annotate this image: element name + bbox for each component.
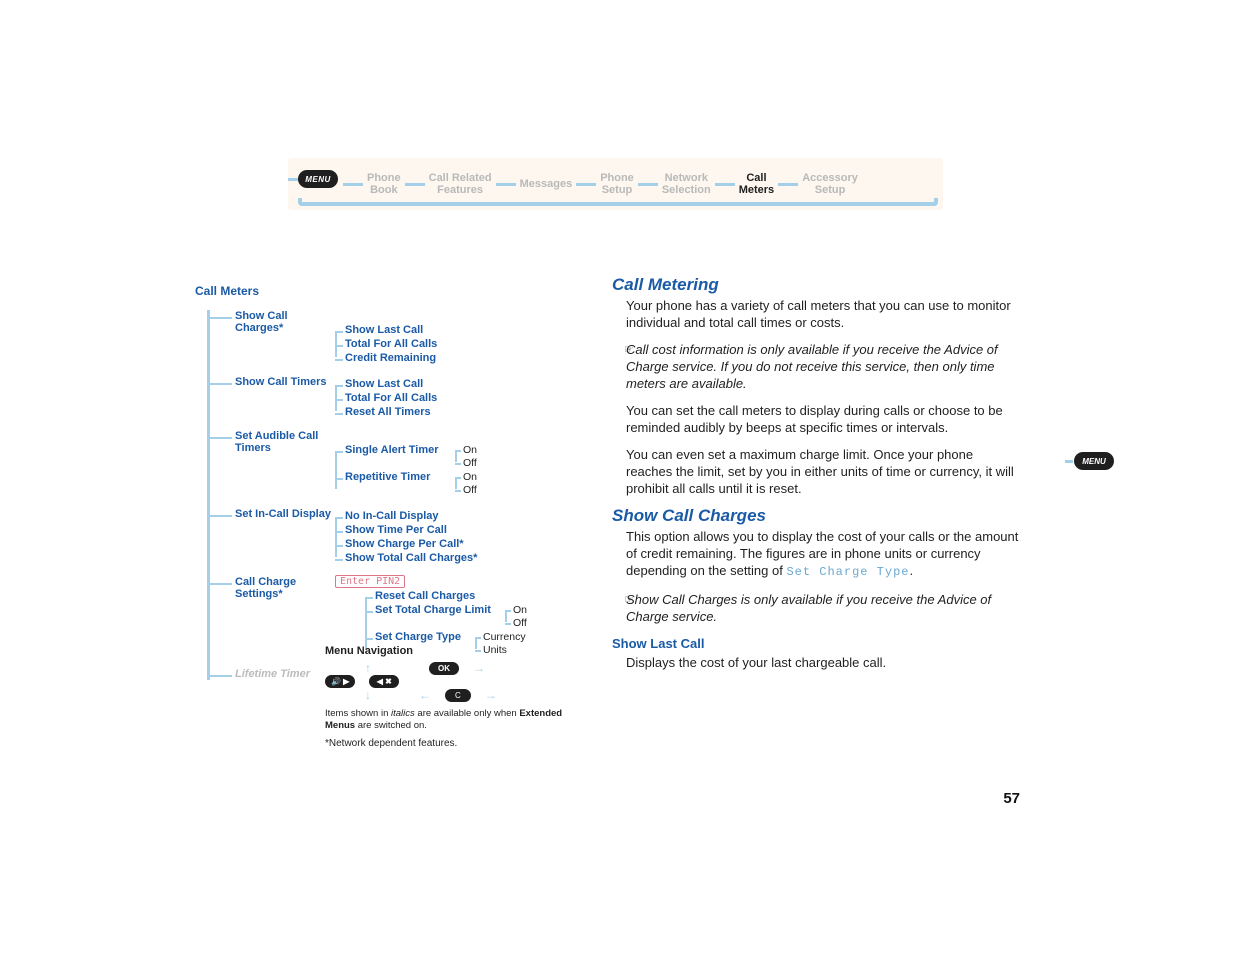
diagram-title: Call Meters — [195, 284, 580, 298]
node-reset-all-timers: Reset All Timers — [345, 406, 580, 418]
connector — [288, 178, 298, 181]
node-lifetime-timer: Lifetime Timer — [235, 668, 335, 680]
para-5: Displays the cost of your last chargeabl… — [612, 654, 1020, 671]
bc-call-meters: CallMeters — [735, 172, 778, 196]
bc-messages: Messages — [516, 178, 577, 190]
node-set-audible-timers: Set Audible Call Timers — [235, 430, 335, 454]
node-show-time-per-call: Show Time Per Call — [345, 524, 580, 536]
mono-set-charge-type: Set Charge Type — [786, 565, 909, 579]
breadcrumb-underline — [298, 198, 938, 206]
node-reset-call-charges: Reset Call Charges — [375, 590, 580, 602]
node-show-charge-per-call: Show Charge Per Call* — [345, 538, 580, 550]
bc-phone-setup: PhoneSetup — [596, 172, 638, 196]
arrow-right-icon: → — [485, 688, 497, 702]
bc-sep — [496, 183, 516, 186]
heading-show-last-call: Show Last Call — [612, 635, 1020, 652]
volume-button-icon: 🔊 ▶ — [325, 675, 355, 688]
node-set-incall-display: Set In-Call Display — [235, 508, 335, 520]
arrow-right-icon: → — [473, 661, 485, 675]
ok-button-icon: OK — [429, 662, 459, 675]
node-credit-remaining: Credit Remaining — [345, 352, 580, 364]
bc-sep — [576, 183, 596, 186]
node-total-all-calls: Total For All Calls — [345, 338, 580, 350]
bc-accessory: AccessorySetup — [798, 172, 862, 196]
node-label: Call Charge Settings* — [235, 576, 296, 600]
bc-sep — [778, 183, 798, 186]
bc-sep — [715, 183, 735, 186]
nav-lr-button-icon: ◀ ✖ — [369, 675, 399, 688]
node-show-total-charges: Show Total Call Charges* — [345, 552, 580, 564]
bc-phone-book: PhoneBook — [363, 172, 405, 196]
node-on: On — [513, 604, 580, 616]
heading-call-metering: Call Metering — [612, 276, 1020, 293]
node-no-incall: No In-Call Display — [345, 510, 580, 522]
bc-network: NetworkSelection — [658, 172, 715, 196]
breadcrumb: MENU PhoneBook Call RelatedFeatures Mess… — [288, 158, 943, 210]
menu-navigation-legend: Menu Navigation ↑ OK → 🔊 ▶ ◀ ✖ ↓ ← C → I… — [325, 645, 575, 749]
para-4b: . — [910, 563, 914, 578]
side-menu-tail — [1065, 460, 1073, 463]
para-1: Your phone has a variety of call meters … — [612, 297, 1020, 331]
arrow-down-icon: ↓ — [365, 688, 371, 702]
nav-title: Menu Navigation — [325, 645, 575, 657]
menu-pill: MENU — [298, 170, 338, 188]
bc-sep — [638, 183, 658, 186]
bc-call-related: Call RelatedFeatures — [425, 172, 496, 196]
node-total-all-calls-2: Total For All Calls — [345, 392, 580, 404]
arrow-left-icon: ← — [419, 688, 431, 702]
node-show-call-timers: Show Call Timers — [235, 376, 335, 388]
enter-pin-box: Enter PIN2 — [335, 575, 405, 588]
node-currency: Currency — [483, 631, 580, 643]
content-column: Call Metering Your phone has a variety o… — [612, 276, 1020, 681]
node-show-last-call-2: Show Last Call — [345, 378, 580, 390]
bc-sep — [405, 183, 425, 186]
note-1: Call cost information is only available … — [612, 341, 1020, 392]
node-on: On — [463, 471, 580, 483]
nav-footnote: *Network dependent features. — [325, 738, 575, 749]
arrow-up-icon: ↑ — [365, 661, 371, 675]
node-off: Off — [463, 484, 580, 496]
node-off: Off — [463, 457, 580, 469]
c-button-icon: C — [445, 689, 471, 702]
para-4: This option allows you to display the co… — [612, 528, 1020, 581]
side-menu-pill: MENU — [1074, 452, 1114, 470]
nav-note: Items shown in italics are available onl… — [325, 708, 575, 732]
node-show-last-call: Show Last Call — [345, 324, 580, 336]
node-call-charge-settings: Call Charge Settings* — [235, 576, 335, 600]
node-show-call-charges: Show Call Charges* — [235, 310, 335, 334]
note-2: Show Call Charges is only available if y… — [612, 591, 1020, 625]
para-2: You can set the call meters to display d… — [612, 402, 1020, 436]
menu-tree-diagram: Call Meters Show Call Charges* Show Last… — [195, 284, 580, 684]
bc-sep — [343, 183, 363, 186]
heading-show-call-charges: Show Call Charges — [612, 507, 1020, 524]
node-on: On — [463, 444, 580, 456]
page-number: 57 — [612, 790, 1020, 807]
node-off: Off — [513, 617, 580, 629]
para-3: You can even set a maximum charge limit.… — [612, 446, 1020, 497]
